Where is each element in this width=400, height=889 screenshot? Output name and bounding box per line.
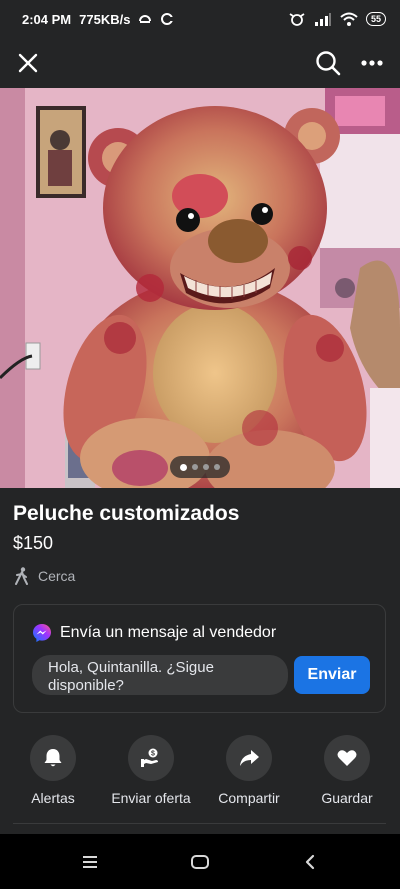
message-heading-text: Envía un mensaje al vendedor xyxy=(60,624,277,641)
pagination-dot xyxy=(203,464,209,470)
pagination-dot xyxy=(192,464,198,470)
share-icon xyxy=(240,750,259,766)
status-time: 2:04 PM xyxy=(22,11,72,27)
save-button[interactable]: Guardar xyxy=(300,735,394,815)
home-icon xyxy=(191,854,209,869)
share-circle xyxy=(226,735,272,781)
battery-indicator: 55 xyxy=(365,12,386,26)
message-seller-card: Envía un mensaje al vendedor Hola, Quint… xyxy=(13,604,386,713)
listing-location[interactable]: Cerca xyxy=(14,567,75,585)
sync-icon xyxy=(139,15,152,23)
system-nav-bar xyxy=(0,834,400,889)
c-icon xyxy=(161,13,174,25)
alerts-circle xyxy=(30,735,76,781)
svg-text:$: $ xyxy=(151,751,155,758)
nav-right-group xyxy=(312,47,388,79)
wifi-icon xyxy=(340,12,358,26)
listing-price: $150 xyxy=(13,533,54,553)
location-label: Cerca xyxy=(38,568,76,584)
message-input[interactable]: Hola, Quintanilla. ¿Sigue disponible? xyxy=(32,655,288,695)
share-label: Compartir xyxy=(218,790,280,806)
status-right: 55 xyxy=(288,12,386,26)
menu-icon xyxy=(83,855,97,868)
teddy-bear-photo xyxy=(0,88,400,488)
save-label: Guardar xyxy=(321,790,373,806)
alerts-button[interactable]: Alertas xyxy=(6,735,100,815)
divider xyxy=(13,823,386,824)
walking-icon xyxy=(15,567,28,585)
photo-pagination xyxy=(170,456,230,478)
send-offer-circle: $ xyxy=(128,735,174,781)
top-nav xyxy=(0,38,400,88)
share-button[interactable]: Compartir xyxy=(202,735,296,815)
send-offer-button[interactable]: $ Enviar oferta xyxy=(104,735,198,815)
action-bar: Alertas $ Enviar oferta Compartir Guarda… xyxy=(0,735,400,815)
search-icon xyxy=(316,51,341,76)
network-speed: 775KB/s xyxy=(79,11,131,27)
send-button[interactable]: Enviar xyxy=(294,656,370,694)
save-circle xyxy=(324,735,370,781)
back-button[interactable] xyxy=(290,842,330,882)
search-button[interactable] xyxy=(312,47,344,79)
close-button[interactable] xyxy=(12,47,44,79)
home-button[interactable] xyxy=(180,842,220,882)
listing-title: Peluche customizados xyxy=(13,502,240,525)
bell-icon xyxy=(44,749,62,767)
pagination-dot-active xyxy=(180,463,187,471)
alarm-icon xyxy=(289,13,305,26)
messenger-icon xyxy=(33,624,51,642)
send-offer-label: Enviar oferta xyxy=(111,790,191,806)
back-icon xyxy=(305,854,315,869)
close-icon xyxy=(18,53,38,73)
recent-apps-button[interactable] xyxy=(70,842,110,882)
alerts-label: Alertas xyxy=(31,790,75,806)
status-bar: 2:04 PM 775KB/s 55 xyxy=(0,0,400,38)
status-left: 2:04 PM 775KB/s xyxy=(22,12,174,27)
message-heading: Envía un mensaje al vendedor xyxy=(32,623,276,643)
more-button[interactable] xyxy=(356,47,388,79)
pagination-dot xyxy=(214,464,220,470)
heart-icon xyxy=(337,750,357,766)
signal-icon xyxy=(314,13,331,26)
listing-photo[interactable] xyxy=(0,88,400,488)
more-icon xyxy=(361,60,383,66)
offer-icon: $ xyxy=(141,748,158,767)
